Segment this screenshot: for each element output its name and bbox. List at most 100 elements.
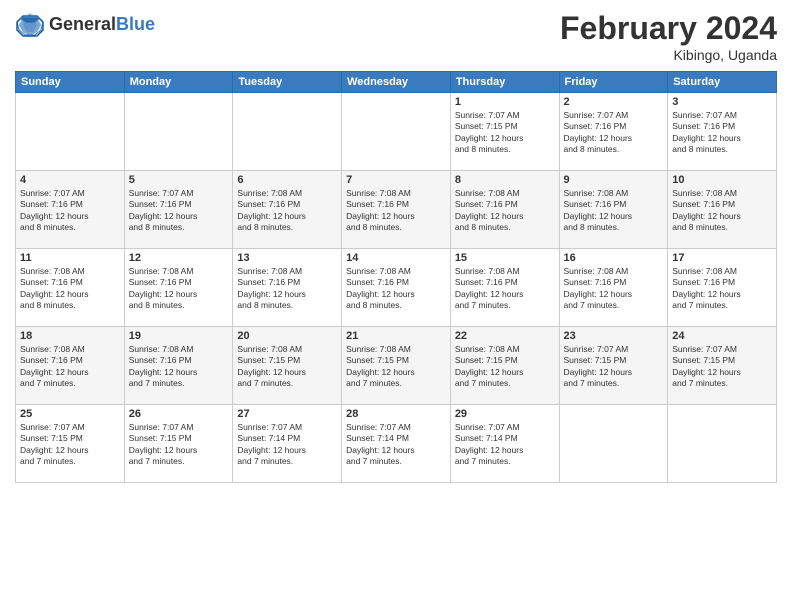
day-number: 1 [455,96,555,108]
calendar-cell: 14 Sunrise: 7:08 AMSunset: 7:16 PMDayligh… [342,249,451,327]
day-info: Sunrise: 7:08 AMSunset: 7:16 PMDaylight:… [346,266,446,312]
logo-text: GeneralBlue [49,15,155,35]
day-info: Sunrise: 7:07 AMSunset: 7:15 PMDaylight:… [672,344,772,390]
day-number: 26 [129,408,229,420]
day-info: Sunrise: 7:07 AMSunset: 7:15 PMDaylight:… [564,344,664,390]
day-info: Sunrise: 7:07 AMSunset: 7:16 PMDaylight:… [20,188,120,234]
calendar-cell: 11 Sunrise: 7:08 AMSunset: 7:16 PMDayligh… [16,249,125,327]
week-row-1: 1 Sunrise: 7:07 AMSunset: 7:15 PMDaylight… [16,93,777,171]
day-info: Sunrise: 7:07 AMSunset: 7:14 PMDaylight:… [237,422,337,468]
col-tuesday: Tuesday [233,72,342,93]
calendar-cell: 6 Sunrise: 7:08 AMSunset: 7:16 PMDaylight… [233,171,342,249]
calendar-cell [559,405,668,483]
day-number: 13 [237,252,337,264]
day-info: Sunrise: 7:08 AMSunset: 7:16 PMDaylight:… [20,344,120,390]
calendar-cell: 24 Sunrise: 7:07 AMSunset: 7:15 PMDayligh… [668,327,777,405]
calendar-body: 1 Sunrise: 7:07 AMSunset: 7:15 PMDaylight… [16,93,777,483]
day-info: Sunrise: 7:08 AMSunset: 7:16 PMDaylight:… [20,266,120,312]
day-info: Sunrise: 7:08 AMSunset: 7:16 PMDaylight:… [237,188,337,234]
day-info: Sunrise: 7:08 AMSunset: 7:15 PMDaylight:… [237,344,337,390]
day-number: 25 [20,408,120,420]
calendar-cell [668,405,777,483]
day-info: Sunrise: 7:07 AMSunset: 7:15 PMDaylight:… [455,110,555,156]
day-number: 3 [672,96,772,108]
day-number: 7 [346,174,446,186]
day-number: 5 [129,174,229,186]
col-sunday: Sunday [16,72,125,93]
day-number: 15 [455,252,555,264]
calendar-cell: 20 Sunrise: 7:08 AMSunset: 7:15 PMDayligh… [233,327,342,405]
day-number: 29 [455,408,555,420]
day-number: 11 [20,252,120,264]
day-number: 14 [346,252,446,264]
day-info: Sunrise: 7:07 AMSunset: 7:16 PMDaylight:… [564,110,664,156]
day-number: 16 [564,252,664,264]
calendar-cell: 12 Sunrise: 7:08 AMSunset: 7:16 PMDayligh… [124,249,233,327]
calendar-cell [124,93,233,171]
day-number: 28 [346,408,446,420]
logo-icon [15,10,45,40]
calendar-cell: 28 Sunrise: 7:07 AMSunset: 7:14 PMDayligh… [342,405,451,483]
day-info: Sunrise: 7:08 AMSunset: 7:16 PMDaylight:… [129,344,229,390]
calendar-cell: 2 Sunrise: 7:07 AMSunset: 7:16 PMDaylight… [559,93,668,171]
calendar-cell: 4 Sunrise: 7:07 AMSunset: 7:16 PMDaylight… [16,171,125,249]
day-info: Sunrise: 7:07 AMSunset: 7:15 PMDaylight:… [129,422,229,468]
day-number: 17 [672,252,772,264]
day-info: Sunrise: 7:07 AMSunset: 7:16 PMDaylight:… [129,188,229,234]
col-thursday: Thursday [450,72,559,93]
day-number: 19 [129,330,229,342]
day-number: 27 [237,408,337,420]
col-wednesday: Wednesday [342,72,451,93]
day-info: Sunrise: 7:08 AMSunset: 7:16 PMDaylight:… [129,266,229,312]
day-number: 23 [564,330,664,342]
week-row-4: 18 Sunrise: 7:08 AMSunset: 7:16 PMDayligh… [16,327,777,405]
day-number: 10 [672,174,772,186]
day-number: 18 [20,330,120,342]
col-friday: Friday [559,72,668,93]
calendar-cell [16,93,125,171]
day-info: Sunrise: 7:08 AMSunset: 7:16 PMDaylight:… [672,266,772,312]
title-block: February 2024 Kibingo, Uganda [560,10,777,63]
day-info: Sunrise: 7:08 AMSunset: 7:16 PMDaylight:… [237,266,337,312]
day-number: 4 [20,174,120,186]
day-info: Sunrise: 7:07 AMSunset: 7:14 PMDaylight:… [346,422,446,468]
calendar-cell: 7 Sunrise: 7:08 AMSunset: 7:16 PMDaylight… [342,171,451,249]
day-number: 6 [237,174,337,186]
week-row-3: 11 Sunrise: 7:08 AMSunset: 7:16 PMDayligh… [16,249,777,327]
day-info: Sunrise: 7:08 AMSunset: 7:16 PMDaylight:… [346,188,446,234]
day-info: Sunrise: 7:08 AMSunset: 7:16 PMDaylight:… [564,266,664,312]
calendar-cell [233,93,342,171]
calendar-cell: 23 Sunrise: 7:07 AMSunset: 7:15 PMDayligh… [559,327,668,405]
logo: GeneralBlue [15,10,155,40]
day-info: Sunrise: 7:07 AMSunset: 7:15 PMDaylight:… [20,422,120,468]
day-info: Sunrise: 7:07 AMSunset: 7:16 PMDaylight:… [672,110,772,156]
day-info: Sunrise: 7:08 AMSunset: 7:16 PMDaylight:… [455,188,555,234]
col-saturday: Saturday [668,72,777,93]
day-number: 20 [237,330,337,342]
calendar-cell: 21Sunrise: 7:08 AMSunset: 7:15 PMDayligh… [342,327,451,405]
calendar-cell: 10Sunrise: 7:08 AMSunset: 7:16 PMDayligh… [668,171,777,249]
calendar-cell: 3 Sunrise: 7:07 AMSunset: 7:16 PMDaylight… [668,93,777,171]
day-number: 21 [346,330,446,342]
calendar-cell: 27 Sunrise: 7:07 AMSunset: 7:14 PMDayligh… [233,405,342,483]
calendar-cell: 9 Sunrise: 7:08 AMSunset: 7:16 PMDaylight… [559,171,668,249]
header-row: Sunday Monday Tuesday Wednesday Thursday… [16,72,777,93]
calendar-cell [342,93,451,171]
day-number: 9 [564,174,664,186]
day-info: Sunrise: 7:08 AMSunset: 7:16 PMDaylight:… [564,188,664,234]
day-number: 24 [672,330,772,342]
calendar-cell: 15Sunrise: 7:08 AMSunset: 7:16 PMDayligh… [450,249,559,327]
day-number: 8 [455,174,555,186]
calendar-cell: 22Sunrise: 7:08 AMSunset: 7:15 PMDayligh… [450,327,559,405]
location: Kibingo, Uganda [560,47,777,63]
calendar-header: Sunday Monday Tuesday Wednesday Thursday… [16,72,777,93]
calendar-cell: 26 Sunrise: 7:07 AMSunset: 7:15 PMDayligh… [124,405,233,483]
week-row-2: 4 Sunrise: 7:07 AMSunset: 7:16 PMDaylight… [16,171,777,249]
calendar-cell: 29Sunrise: 7:07 AMSunset: 7:14 PMDayligh… [450,405,559,483]
calendar: Sunday Monday Tuesday Wednesday Thursday… [15,71,777,483]
day-number: 2 [564,96,664,108]
day-number: 12 [129,252,229,264]
month-title: February 2024 [560,10,777,47]
page-header: GeneralBlue February 2024 Kibingo, Ugand… [15,10,777,63]
calendar-cell: 13 Sunrise: 7:08 AMSunset: 7:16 PMDayligh… [233,249,342,327]
